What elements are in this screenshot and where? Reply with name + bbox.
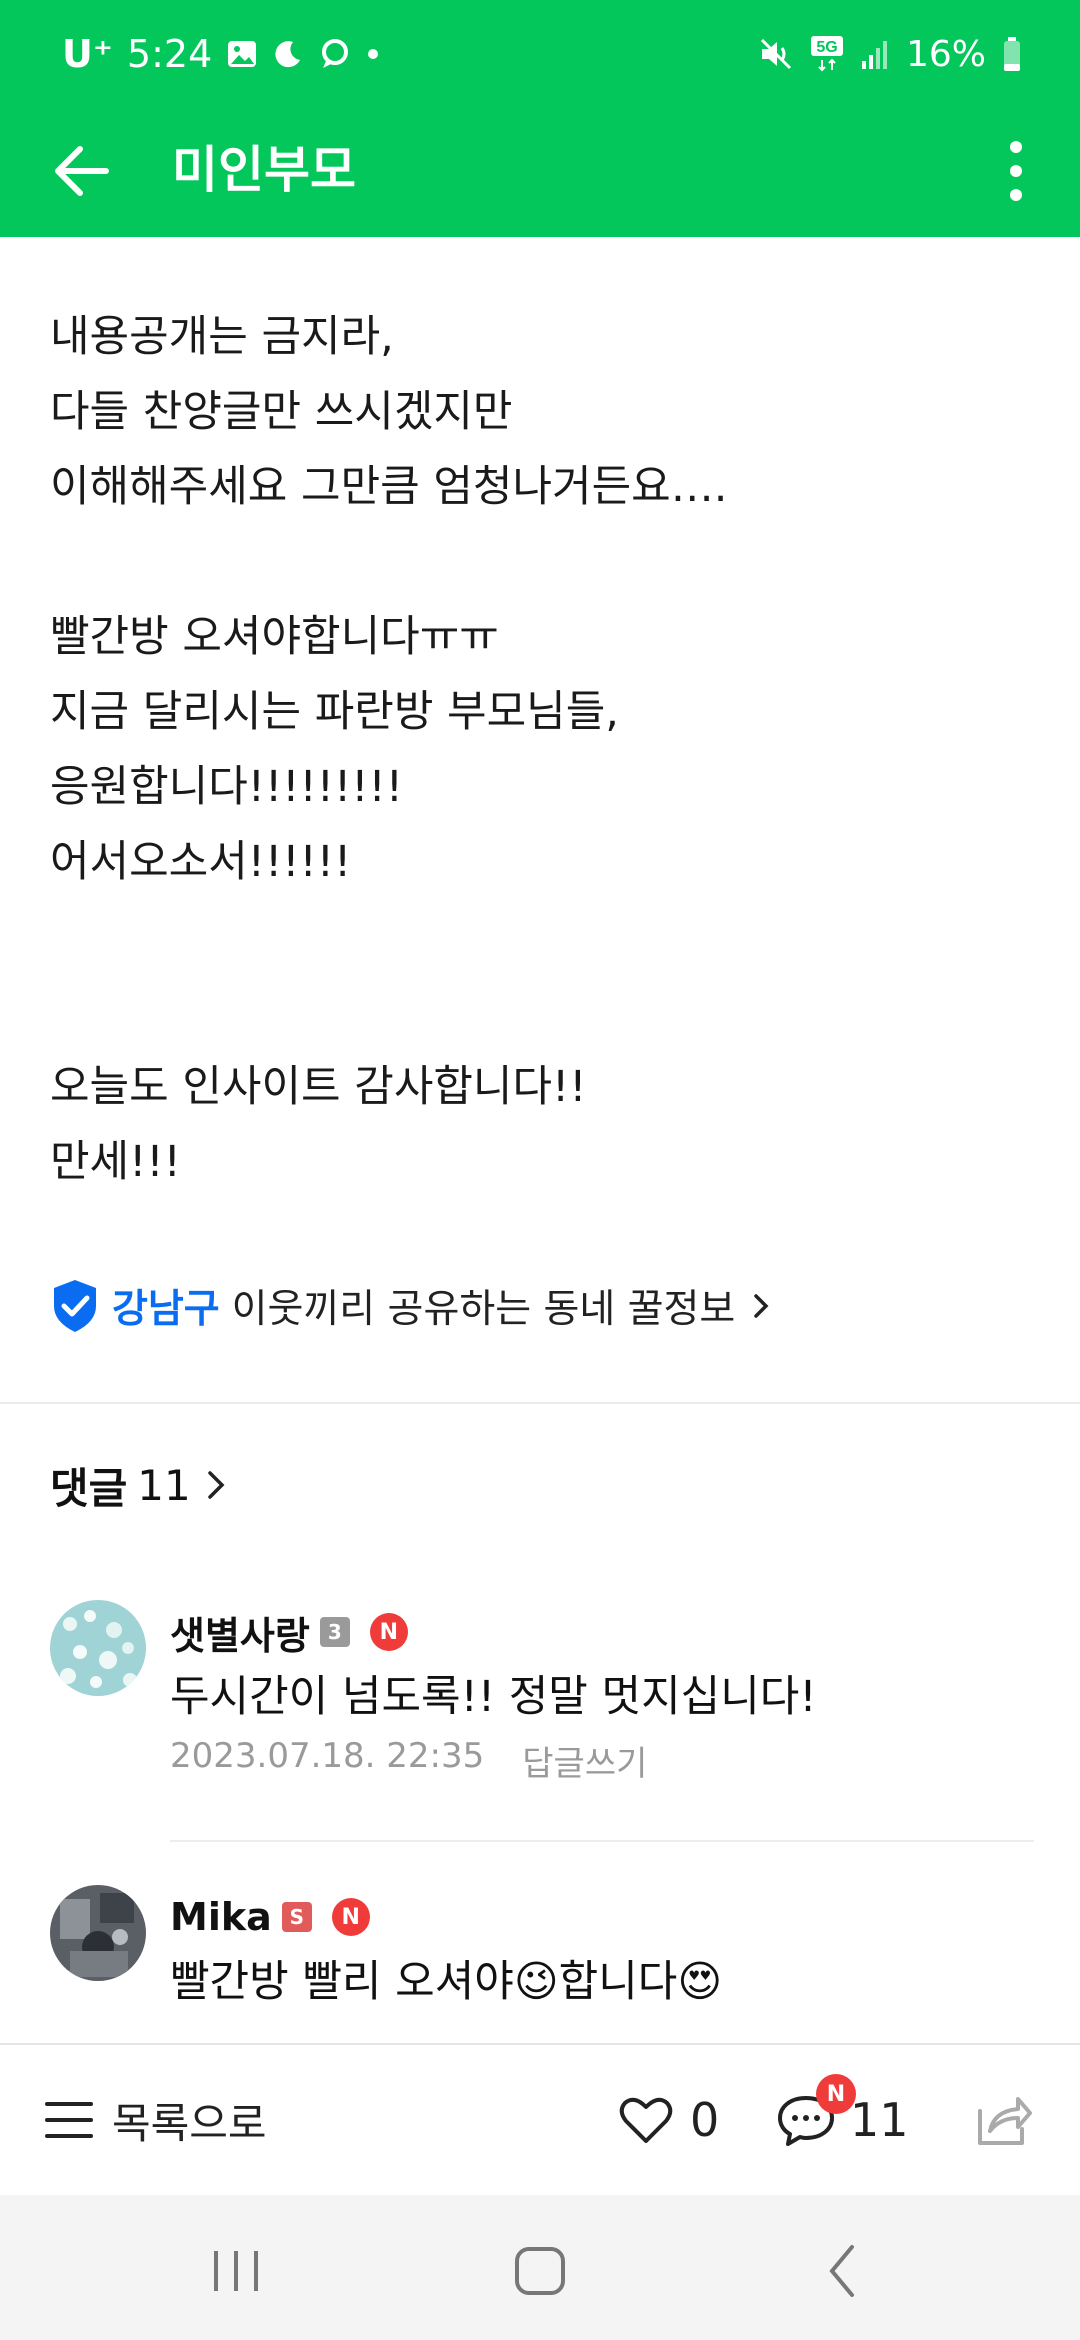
new-badge: N xyxy=(331,1898,370,1936)
reply-button[interactable]: 답글쓰기 xyxy=(522,1736,647,1785)
5g-icon: 5G xyxy=(810,36,843,72)
comment-item: Mika S N 빨간방 빨리 오셔야😉합니다😍 xyxy=(50,1885,1032,2035)
bottom-action-bar: 목록으로 0 N 11 xyxy=(0,2043,1080,2195)
avatar[interactable] xyxy=(50,1885,146,1981)
chat-bubble-icon xyxy=(322,39,349,68)
app-bar: 미인부모 xyxy=(0,105,1080,237)
page-title: 미인부모 xyxy=(172,141,356,199)
clock: 5:24 xyxy=(126,32,213,76)
battery-icon xyxy=(1004,37,1020,71)
image-icon xyxy=(228,41,257,67)
divider xyxy=(0,1402,1080,1404)
new-badge: N xyxy=(816,2074,856,2114)
status-bar: U⁺ 5:24 5G 16% xyxy=(0,0,1080,105)
comment-item: 샛별사랑 3 N 두시간이 넘도록!! 정말 멋지십니다! 2023.07.18… xyxy=(50,1600,1032,1820)
winking-face-emoji: 😉 xyxy=(513,1957,559,2007)
post-body: 내용공개는 금지라, 다들 찬양글만 쓰시겠지만 이해해주세요 그만큼 엄청나거… xyxy=(50,300,1030,1200)
comment-button[interactable]: N 11 xyxy=(776,2074,909,2155)
comment-text: 빨간방 빨리 오셔야😉합니다😍 xyxy=(170,1949,1030,2015)
dot-icon xyxy=(368,49,379,59)
comment-date: 2023.07.18. 22:35 xyxy=(170,1736,485,1776)
comments-label: 댓글 xyxy=(50,1463,128,1513)
comments-header[interactable]: 댓글 11 xyxy=(50,1455,231,1515)
board-topic-link[interactable]: 강남구 이웃끼리 공유하는 동네 꿀정보 xyxy=(50,1276,775,1336)
level-badge: 3 xyxy=(319,1617,350,1647)
system-nav-bar xyxy=(0,2195,1080,2340)
back-to-list-button[interactable]: 목록으로 xyxy=(44,2089,267,2151)
like-count: 0 xyxy=(690,2093,720,2147)
comment-text: 두시간이 넘도록!! 정말 멋지십니다! xyxy=(170,1672,817,1722)
comment-nickname[interactable]: Mika xyxy=(170,1895,272,1939)
like-button[interactable]: 0 xyxy=(618,2089,719,2151)
more-vertical-icon[interactable] xyxy=(986,129,1046,213)
chevron-right-icon xyxy=(754,1294,769,1318)
heart-icon xyxy=(619,2097,673,2143)
comment-text-part: 합니다 xyxy=(558,1957,678,2007)
topic-region: 강남구 xyxy=(112,1287,220,1332)
battery-percent: 16% xyxy=(905,33,986,75)
svg-text:5G: 5G xyxy=(816,39,837,56)
topic-label: 이웃끼리 공유하는 동네 꿀정보 xyxy=(231,1287,736,1332)
comments-count: 11 xyxy=(137,1460,191,1510)
hamburger-icon xyxy=(45,2102,93,2138)
carrier-label: U⁺ xyxy=(62,32,113,76)
heart-eyes-emoji: 😍 xyxy=(677,1957,723,2007)
new-badge: N xyxy=(369,1613,408,1651)
mute-icon xyxy=(760,38,792,70)
level-badge: S xyxy=(281,1902,312,1932)
comment-count: 11 xyxy=(850,2093,909,2147)
comment-nickname[interactable]: 샛별사랑 xyxy=(170,1605,310,1660)
moon-icon xyxy=(275,41,301,68)
verified-badge-icon xyxy=(54,1280,96,1332)
comment-text-part: 빨간방 빨리 오셔야 xyxy=(170,1957,514,2007)
recent-apps-icon[interactable] xyxy=(196,2239,276,2303)
chevron-right-icon xyxy=(207,1471,225,1499)
back-to-list-label: 목록으로 xyxy=(112,2098,267,2148)
post-paragraph: 빨간방 오셔야합니다ㅠㅠ 지금 달리시는 파란방 부모님들, 응원합니다!!!!… xyxy=(50,612,619,887)
share-icon[interactable] xyxy=(970,2087,1034,2151)
divider xyxy=(170,1840,1034,1842)
avatar[interactable] xyxy=(50,1600,146,1696)
arrow-left-icon[interactable] xyxy=(44,133,120,209)
back-nav-icon[interactable] xyxy=(804,2239,884,2303)
post-paragraph: 오늘도 인사이트 감사합니다!! 만세!!! xyxy=(50,1062,587,1187)
post-paragraph: 내용공개는 금지라, 다들 찬양글만 쓰시겠지만 이해해주세요 그만큼 엄청나거… xyxy=(50,312,728,512)
home-icon[interactable] xyxy=(500,2239,580,2303)
signal-icon xyxy=(861,41,887,69)
